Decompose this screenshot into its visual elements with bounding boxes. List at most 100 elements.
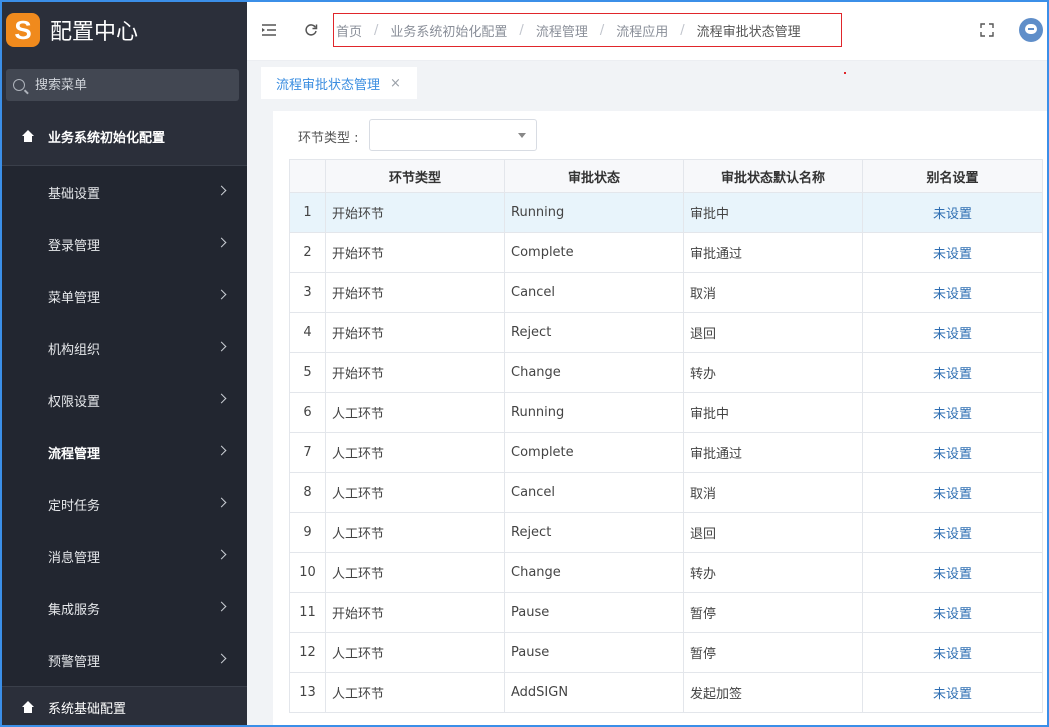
status-cell: Reject — [504, 312, 684, 353]
alias-cell: 未设置 — [862, 312, 1043, 353]
status-cell: Complete — [504, 232, 684, 273]
alias-setting-link[interactable]: 未设置 — [933, 527, 972, 542]
table-row[interactable]: 11 开始环节 Pause 暂停 未设置 — [289, 592, 1043, 633]
sidebar-item[interactable]: 菜单管理 — [2, 270, 247, 322]
node-type-cell: 人工环节 — [325, 672, 505, 713]
table-row[interactable]: 8 人工环节 Cancel 取消 未设置 — [289, 472, 1043, 513]
alias-setting-link[interactable]: 未设置 — [933, 487, 972, 502]
sidebar-item-label: 基础设置 — [48, 186, 101, 202]
default-name-cell: 审批中 — [683, 392, 863, 433]
node-type-cell: 人工环节 — [325, 432, 505, 473]
alias-setting-link[interactable]: 未设置 — [933, 407, 972, 422]
status-cell: Change — [504, 552, 684, 593]
alias-cell: 未设置 — [862, 392, 1043, 433]
table-row[interactable]: 6 人工环节 Running 审批中 未设置 — [289, 392, 1043, 433]
breadcrumb-item: 流程审批状态管理 — [696, 24, 801, 40]
row-index: 6 — [289, 392, 326, 433]
default-name-cell: 暂停 — [683, 632, 863, 673]
table-row[interactable]: 12 人工环节 Pause 暂停 未设置 — [289, 632, 1043, 673]
node-type-select[interactable] — [369, 119, 537, 151]
breadcrumb-item[interactable]: 首页 — [336, 21, 362, 40]
app-title: 配置中心 — [50, 20, 139, 45]
breadcrumb-item[interactable]: 流程应用 — [616, 21, 668, 40]
alias-setting-link[interactable]: 未设置 — [933, 287, 972, 302]
row-index: 9 — [289, 512, 326, 553]
sidebar-item[interactable]: 消息管理 — [2, 530, 247, 582]
node-type-cell: 开始环节 — [325, 312, 505, 353]
alias-setting-link[interactable]: 未设置 — [933, 687, 972, 702]
alias-cell: 未设置 — [862, 512, 1043, 553]
table-row[interactable]: 4 开始环节 Reject 退回 未设置 — [289, 312, 1043, 353]
menu-search[interactable] — [6, 69, 239, 101]
table-row[interactable]: 13 人工环节 AddSIGN 发起加签 未设置 — [289, 672, 1043, 713]
table-row[interactable]: 5 开始环节 Change 转办 未设置 — [289, 352, 1043, 393]
sidebar-item[interactable]: 基础设置 — [2, 166, 247, 218]
status-cell: Pause — [504, 632, 684, 673]
sidebar-item[interactable]: 定时任务 — [2, 478, 247, 530]
alias-setting-link[interactable]: 未设置 — [933, 447, 972, 462]
status-cell: AddSIGN — [504, 672, 684, 713]
sidebar-group-label: 业务系统初始化配置 — [48, 130, 166, 146]
default-name-cell: 退回 — [683, 312, 863, 353]
default-name-cell: 暂停 — [683, 592, 863, 633]
node-type-cell: 开始环节 — [325, 272, 505, 313]
breadcrumb: 首页 / 业务系统初始化配置 / 流程管理 / 流程应用 / 流程审批状态管理 — [333, 13, 842, 47]
node-type-cell: 开始环节 — [325, 232, 505, 273]
table-row[interactable]: 2 开始环节 Complete 审批通过 未设置 — [289, 232, 1043, 273]
alias-cell: 未设置 — [862, 672, 1043, 713]
alias-cell: 未设置 — [862, 472, 1043, 513]
table-row[interactable]: 10 人工环节 Change 转办 未设置 — [289, 552, 1043, 593]
fullscreen-icon[interactable] — [977, 20, 997, 40]
alias-cell: 未设置 — [862, 632, 1043, 673]
avatar[interactable] — [1019, 18, 1043, 42]
chevron-right-icon — [216, 393, 227, 404]
breadcrumb-item[interactable]: 流程管理 — [536, 21, 588, 40]
alias-setting-link[interactable]: 未设置 — [933, 367, 972, 382]
table-row[interactable]: 1 开始环节 Running 审批中 未设置 — [289, 192, 1043, 233]
table-header: 环节类型 审批状态 审批状态默认名称 别名设置 — [289, 159, 1043, 193]
table-row[interactable]: 9 人工环节 Reject 退回 未设置 — [289, 512, 1043, 553]
sidebar-item[interactable]: 集成服务 — [2, 582, 247, 634]
alias-setting-link[interactable]: 未设置 — [933, 207, 972, 222]
top-bar: 首页 / 业务系统初始化配置 / 流程管理 / 流程应用 / 流程审批状态管理 — [247, 2, 1047, 61]
alias-setting-link[interactable]: 未设置 — [933, 647, 972, 662]
default-name-cell: 转办 — [683, 552, 863, 593]
sidebar-item-label: 流程管理 — [48, 446, 101, 462]
menu-search-input[interactable] — [33, 76, 227, 94]
table-row[interactable]: 7 人工环节 Complete 审批通过 未设置 — [289, 432, 1043, 473]
breadcrumb-separator: / — [680, 22, 685, 38]
close-icon[interactable]: × — [390, 76, 401, 91]
sidebar-item[interactable]: 机构组织 — [2, 322, 247, 374]
sidebar-item[interactable]: 权限设置 — [2, 374, 247, 426]
sidebar-item-label: 定时任务 — [48, 498, 101, 514]
tab-approval-status[interactable]: 流程审批状态管理 × — [261, 67, 417, 99]
sidebar-item[interactable]: 登录管理 — [2, 218, 247, 270]
menu-fold-icon[interactable] — [259, 20, 279, 40]
alias-cell: 未设置 — [862, 192, 1043, 233]
approval-status-table: 环节类型 审批状态 审批状态默认名称 别名设置 1 开始环节 Running 审批中 未设置 2… — [289, 159, 1043, 713]
column-header: 审批状态 — [504, 159, 684, 193]
row-index: 10 — [289, 552, 326, 593]
breadcrumb-separator: / — [599, 22, 605, 38]
sidebar-item-label: 登录管理 — [48, 238, 101, 254]
breadcrumb-item[interactable]: 业务系统初始化配置 — [390, 21, 507, 40]
node-type-cell: 人工环节 — [325, 472, 505, 513]
default-name-cell: 转办 — [683, 352, 863, 393]
sidebar-item-label: 预警管理 — [48, 654, 101, 670]
sidebar-item[interactable]: 预警管理 — [2, 634, 247, 686]
alias-setting-link[interactable]: 未设置 — [933, 327, 972, 342]
refresh-icon[interactable] — [301, 20, 321, 40]
sidebar-item-label: 集成服务 — [48, 602, 101, 618]
row-index: 1 — [289, 192, 326, 233]
sidebar-group-business-init[interactable]: 业务系统初始化配置 — [2, 107, 247, 166]
chevron-right-icon — [216, 497, 227, 508]
alias-setting-link[interactable]: 未设置 — [933, 247, 972, 262]
alias-setting-link[interactable]: 未设置 — [933, 607, 972, 622]
logo[interactable]: S 配置中心 — [2, 2, 247, 58]
sidebar-item[interactable]: 流程管理 — [2, 426, 247, 478]
sidebar-group-system-base[interactable]: 系统基础配置 — [2, 686, 247, 725]
column-header — [289, 159, 326, 193]
alias-setting-link[interactable]: 未设置 — [933, 567, 972, 582]
column-header: 审批状态默认名称 — [683, 159, 863, 193]
table-row[interactable]: 3 开始环节 Cancel 取消 未设置 — [289, 272, 1043, 313]
